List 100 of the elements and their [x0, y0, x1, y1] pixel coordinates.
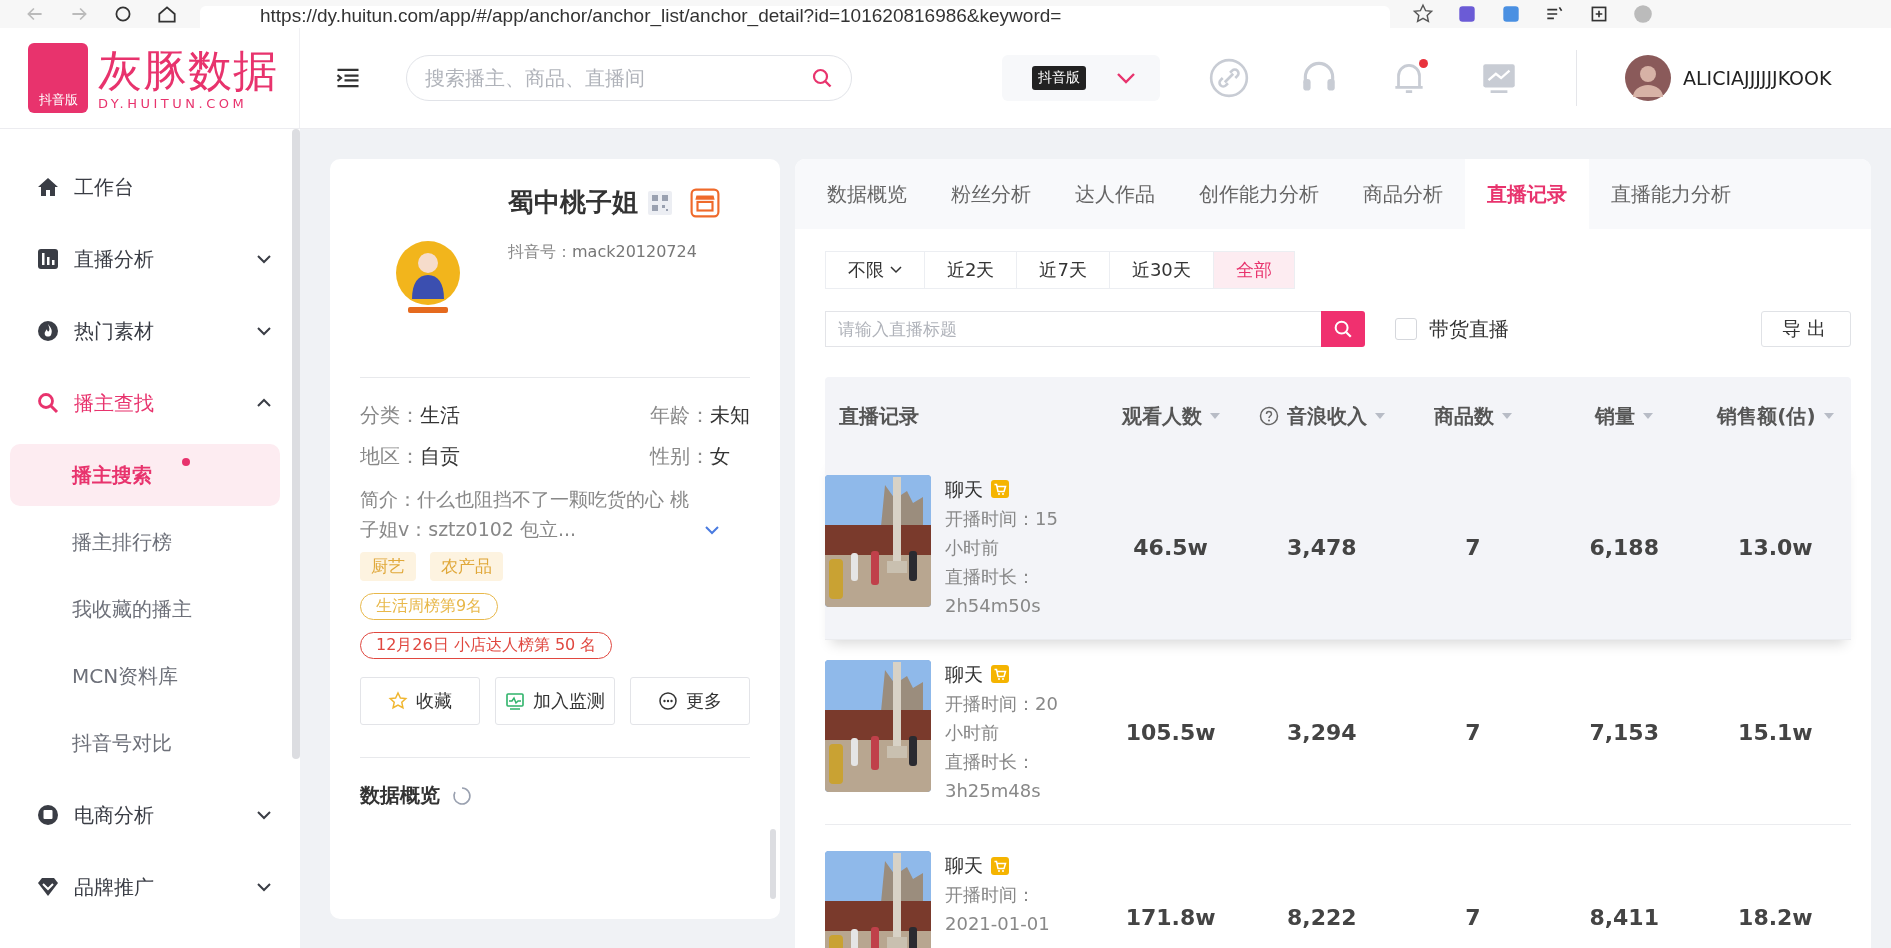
sidebar-item[interactable]: 电商分析 [0, 779, 288, 851]
more-icon [658, 691, 678, 711]
sort-icon[interactable] [1502, 413, 1512, 419]
logo-name: 灰豚数据 [98, 45, 278, 96]
tab[interactable]: 达人作品 [1053, 159, 1177, 229]
profile-field: 性别：女 [650, 443, 750, 470]
sidebar-item[interactable]: 直播分析 [0, 223, 288, 295]
checkbox-label[interactable]: 带货直播 [1429, 315, 1509, 343]
table-row[interactable]: 聊天 开播时间：20小时前 直播时长：3h25m48s 105.5w 3,294 7 7,153 15.1w [825, 640, 1851, 825]
address-bar[interactable]: https://dy.huitun.com/app/#/app/anchor/anchor_list/anchor_detail?id=101620816986&keyword= [200, 6, 1390, 28]
tab[interactable]: 直播能力分析 [1589, 159, 1753, 229]
tab[interactable]: 创作能力分析 [1177, 159, 1341, 229]
star-icon[interactable] [1412, 3, 1434, 25]
profile-field: 地区：自贡 [360, 443, 650, 470]
scrollbar[interactable] [770, 829, 776, 899]
sidebar-subitem[interactable]: 抖音号对比 [10, 712, 280, 774]
profile-field: 分类：生活 [360, 402, 650, 429]
tab[interactable]: 数据概览 [805, 159, 929, 229]
table-cell-text: 18.2w [1737, 904, 1814, 930]
column-header[interactable]: 销售额(估) [1717, 402, 1816, 430]
scrollbar[interactable] [292, 129, 300, 759]
sidebar-item[interactable]: 播主查找 [0, 367, 288, 439]
table-row[interactable]: 聊天 开播时间：2021-01-01 171.8w 8,222 7 8,411 18.2w [825, 825, 1851, 948]
action-button[interactable]: 加入监测 [495, 677, 615, 725]
sidebar-icon [36, 391, 60, 415]
help-icon[interactable] [1258, 406, 1279, 426]
sidebar-icon [36, 247, 60, 271]
sidebar-subitem[interactable]: 我收藏的播主 [10, 578, 280, 640]
chevron-icon [256, 254, 272, 264]
version-select[interactable]: 抖音版 [1002, 55, 1160, 101]
section-title: 数据概览 [360, 782, 440, 809]
sidebar-icon [36, 175, 60, 199]
action-button[interactable]: 收藏 [360, 677, 480, 725]
table-cell-text: 105.5w [1124, 719, 1217, 745]
table-cell-text: 8,222 [1286, 904, 1358, 930]
range-option[interactable]: 近7天 [1016, 251, 1110, 289]
link-icon[interactable] [1208, 57, 1250, 99]
tag: 农产品 [430, 552, 503, 581]
user-name[interactable]: ALICIAJJJJJJKOOK [1683, 67, 1832, 89]
tab[interactable]: 商品分析 [1341, 159, 1465, 229]
search-field[interactable]: 搜索播主、商品、直播间 [406, 55, 852, 101]
monitor-icon [505, 691, 525, 711]
tab[interactable]: 粉丝分析 [929, 159, 1053, 229]
logo-mark: 抖音版 [28, 43, 88, 113]
checkbox[interactable] [1395, 318, 1417, 340]
table-cell-text: 13.0w [1737, 534, 1814, 560]
table-cell-text: 46.5w [1132, 534, 1209, 560]
tag: 厨艺 [360, 552, 416, 581]
chevron-icon [256, 882, 272, 892]
extension-icon[interactable] [1500, 3, 1522, 25]
chevron-icon [256, 326, 272, 336]
sort-icon[interactable] [1643, 413, 1654, 419]
range-select[interactable]: 不限 [825, 251, 925, 289]
start-time: 开播时间：15小时前 [945, 506, 1059, 560]
table-cell-text: 171.8w [1124, 904, 1217, 930]
live-duration: 直播时长：3h25m48s [945, 749, 1042, 803]
chevron-icon [256, 398, 272, 408]
range-option[interactable]: 全部 [1212, 251, 1295, 289]
sidebar-subitem[interactable]: 播主排行榜 [10, 511, 280, 573]
profile-icon[interactable] [1632, 3, 1654, 25]
start-time: 开播时间：20小时前 [945, 691, 1059, 745]
search-field[interactable]: 请输入直播标题 [825, 311, 1321, 347]
qr-code-icon[interactable] [648, 190, 672, 215]
loading-icon [452, 785, 472, 806]
export-button[interactable]: 导出 [1761, 311, 1851, 347]
live-title: 聊天 [945, 661, 983, 687]
column-header[interactable]: 销量 [1595, 402, 1636, 430]
sort-icon[interactable] [1374, 413, 1385, 419]
caret-icon [890, 266, 902, 274]
sidebar-item[interactable]: 品牌推广 [0, 851, 288, 923]
column-header[interactable]: 观看人数 [1121, 402, 1202, 430]
sidebar-item[interactable]: 热门素材 [0, 295, 288, 367]
sort-icon[interactable] [1823, 413, 1834, 419]
column-header[interactable]: 商品数 [1434, 402, 1494, 430]
search-icon[interactable] [810, 66, 834, 90]
table-row[interactable]: 聊天 开播时间：15小时前 直播时长：2h54m50s 46.5w 3,478 7 6,188 13.0w [825, 455, 1851, 640]
shop-icon[interactable] [690, 187, 720, 218]
star-icon [388, 691, 408, 711]
sidebar-icon [36, 319, 60, 343]
sort-icon[interactable] [1209, 413, 1220, 419]
search-button[interactable] [1321, 311, 1365, 347]
column-header[interactable]: 音浪收入 [1286, 402, 1367, 430]
table-cell-text: 7,153 [1588, 719, 1660, 745]
table-cell-text: 3,294 [1286, 719, 1358, 745]
sidebar-subitem[interactable]: 播主搜索 [10, 444, 280, 506]
extension-icon[interactable] [1456, 3, 1478, 25]
sidebar-icon [36, 803, 60, 827]
expand-icon[interactable] [704, 525, 720, 535]
tab[interactable]: 直播记录 [1465, 159, 1589, 229]
action-button[interactable]: 更多 [630, 677, 750, 725]
table-cell-text: 15.1w [1737, 719, 1814, 745]
anchor-name: 蜀中桃子姐 [508, 186, 638, 219]
range-option[interactable]: 近2天 [924, 251, 1018, 289]
live-title: 聊天 [945, 476, 983, 502]
user-avatar[interactable] [1625, 55, 1671, 101]
table-cell-text: 8,411 [1588, 904, 1660, 930]
sidebar-item[interactable]: 工作台 [0, 151, 288, 223]
table-cell-text: 6,188 [1588, 534, 1660, 560]
sidebar-subitem[interactable]: MCN资料库 [10, 645, 280, 707]
search-icon [1332, 318, 1354, 340]
